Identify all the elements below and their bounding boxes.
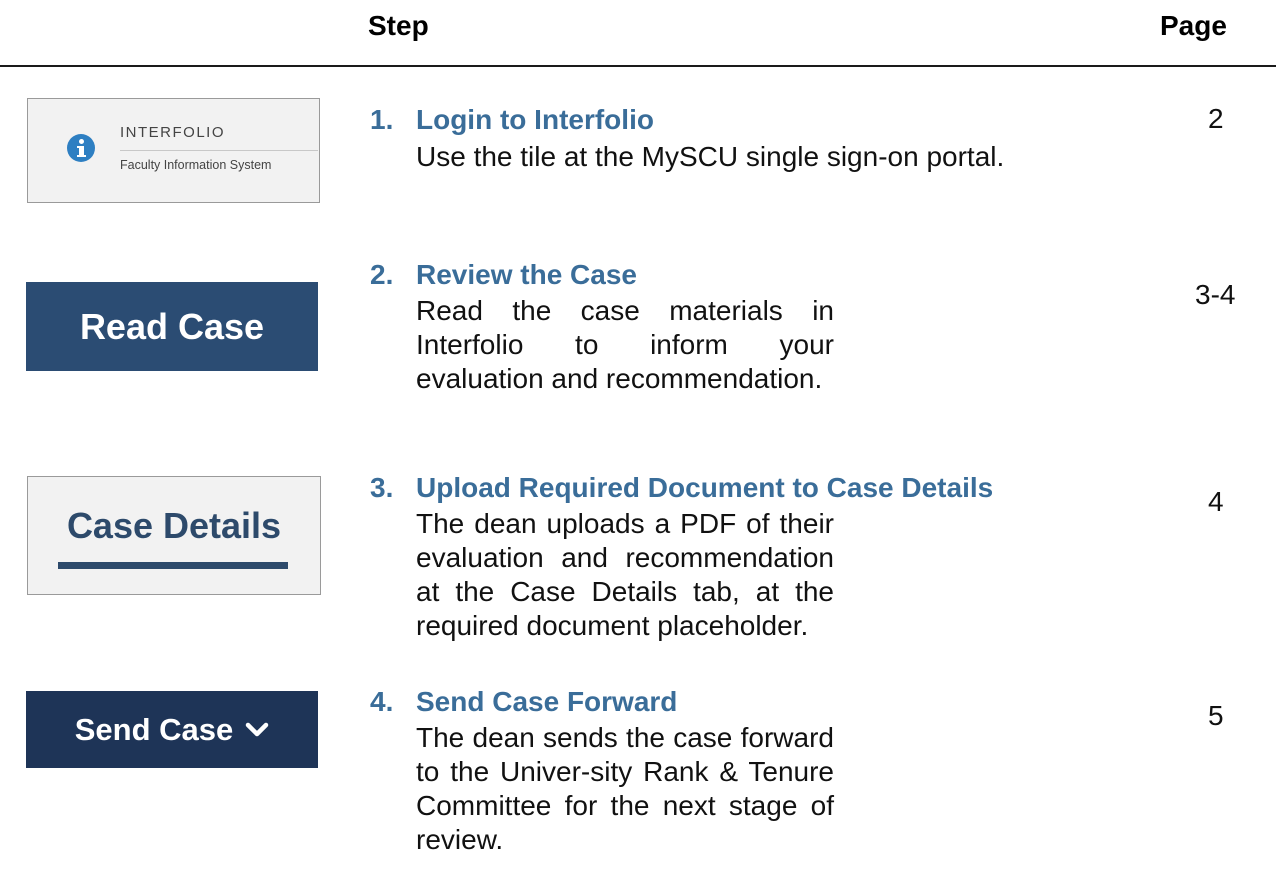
step-4-number: 4. bbox=[370, 686, 394, 717]
case-details-tab[interactable]: Case Details bbox=[27, 476, 321, 595]
step-3-title: 3. Upload Required Document to Case Detai… bbox=[370, 472, 993, 504]
step-2-title: 2. Review the Case bbox=[370, 259, 637, 291]
read-case-button[interactable]: Read Case bbox=[26, 282, 318, 371]
step-3-description: The dean uploads a PDF of their evaluati… bbox=[416, 508, 834, 641]
info-icon bbox=[67, 134, 95, 162]
interfolio-tile[interactable]: INTERFOLIO Faculty Information System bbox=[27, 98, 320, 203]
header-divider bbox=[0, 65, 1276, 67]
step-1-page: 2 bbox=[1208, 103, 1224, 134]
step-4-title: 4. Send Case Forward bbox=[370, 686, 677, 718]
tile-divider bbox=[120, 150, 318, 151]
step-4-page: 5 bbox=[1208, 700, 1224, 731]
send-case-button[interactable]: Send Case bbox=[26, 691, 318, 768]
step-1-title: 1. Login to Interfolio bbox=[370, 104, 654, 136]
step-3-title-text: Upload Required Document to Case Details bbox=[416, 472, 994, 503]
step-2-title-text: Review the Case bbox=[416, 259, 637, 290]
step-2-number: 2. bbox=[370, 259, 394, 290]
step-4-description: The dean sends the case forward to the U… bbox=[416, 722, 834, 855]
tile-subtitle: Faculty Information System bbox=[120, 158, 272, 172]
step-3-number: 3. bbox=[370, 472, 394, 503]
step-2-page: 3-4 bbox=[1195, 279, 1236, 310]
case-details-tab-label: Case Details bbox=[66, 505, 282, 546]
step-3-page: 4 bbox=[1208, 486, 1224, 517]
step-1-title-text: Login to Interfolio bbox=[416, 104, 654, 135]
step-4-title-text: Send Case Forward bbox=[416, 686, 678, 717]
chevron-down-icon bbox=[246, 722, 269, 736]
send-case-label: Send Case bbox=[74, 711, 234, 747]
tile-brand: INTERFOLIO bbox=[120, 124, 226, 141]
step-2-description: Read the case materials in Interfolio to… bbox=[416, 295, 834, 394]
step-1-number: 1. bbox=[370, 104, 394, 135]
page-column-header: Page bbox=[1160, 10, 1227, 41]
step-1-description: Use the tile at the MySCU single sign-on… bbox=[416, 141, 1005, 172]
active-tab-underline bbox=[58, 562, 288, 569]
step-column-header: Step bbox=[368, 10, 429, 41]
